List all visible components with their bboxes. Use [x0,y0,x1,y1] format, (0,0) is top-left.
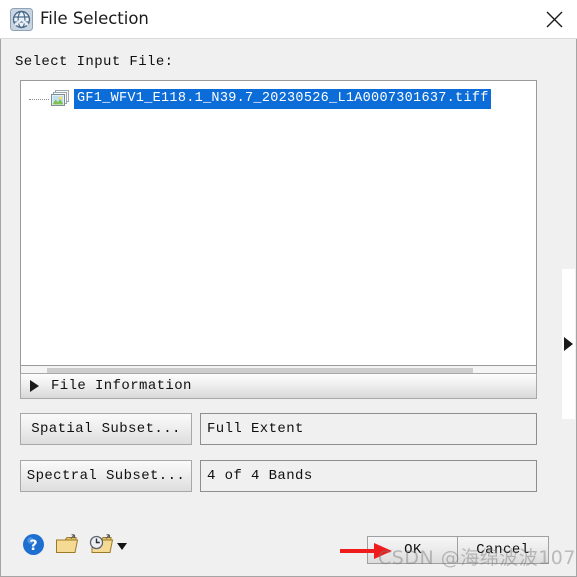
spectral-subset-value: 4 of 4 Bands [200,460,537,492]
file-selection-dialog: File Selection Select Input File: GF1_WF… [0,0,577,577]
close-button[interactable] [531,0,577,38]
spatial-subset-row: Spatial Subset... Full Extent [20,413,537,445]
file-information-expander[interactable]: File Information [20,373,537,399]
open-file-folder-icon[interactable] [55,532,80,561]
cancel-button[interactable]: Cancel [457,536,549,564]
expand-right-triangle-icon [564,337,573,351]
help-question-icon[interactable]: ? [22,533,45,561]
window-title: File Selection [40,9,149,28]
ok-button[interactable]: OK [367,536,459,564]
titlebar: File Selection [0,0,577,39]
svg-text:?: ? [29,538,37,554]
recent-files-clock-folder-icon[interactable] [88,532,115,561]
right-panel-expander[interactable] [562,269,575,419]
select-input-file-label: Select Input File: [15,54,174,70]
dialog-body: Select Input File: GF1_WFV1_E118.1_N39.7… [0,39,577,577]
envi-globe-icon [10,8,33,31]
triangle-right-icon [30,380,39,392]
tree-connector-line [21,89,49,109]
spectral-subset-row: Spectral Subset... 4 of 4 Bands [20,460,537,492]
spatial-subset-button[interactable]: Spatial Subset... [20,413,192,445]
spectral-subset-button[interactable]: Spectral Subset... [20,460,192,492]
file-tree-panel[interactable]: GF1_WFV1_E118.1_N39.7_20230526_L1A000730… [20,80,537,366]
stacked-images-icon [49,89,70,109]
close-icon [546,11,562,27]
spatial-subset-value: Full Extent [200,413,537,445]
chevron-down-icon[interactable] [117,543,127,550]
tree-item-file[interactable]: GF1_WFV1_E118.1_N39.7_20230526_L1A000730… [21,89,536,109]
tree-item-label[interactable]: GF1_WFV1_E118.1_N39.7_20230526_L1A000730… [74,89,491,109]
file-information-label: File Information [51,378,192,394]
